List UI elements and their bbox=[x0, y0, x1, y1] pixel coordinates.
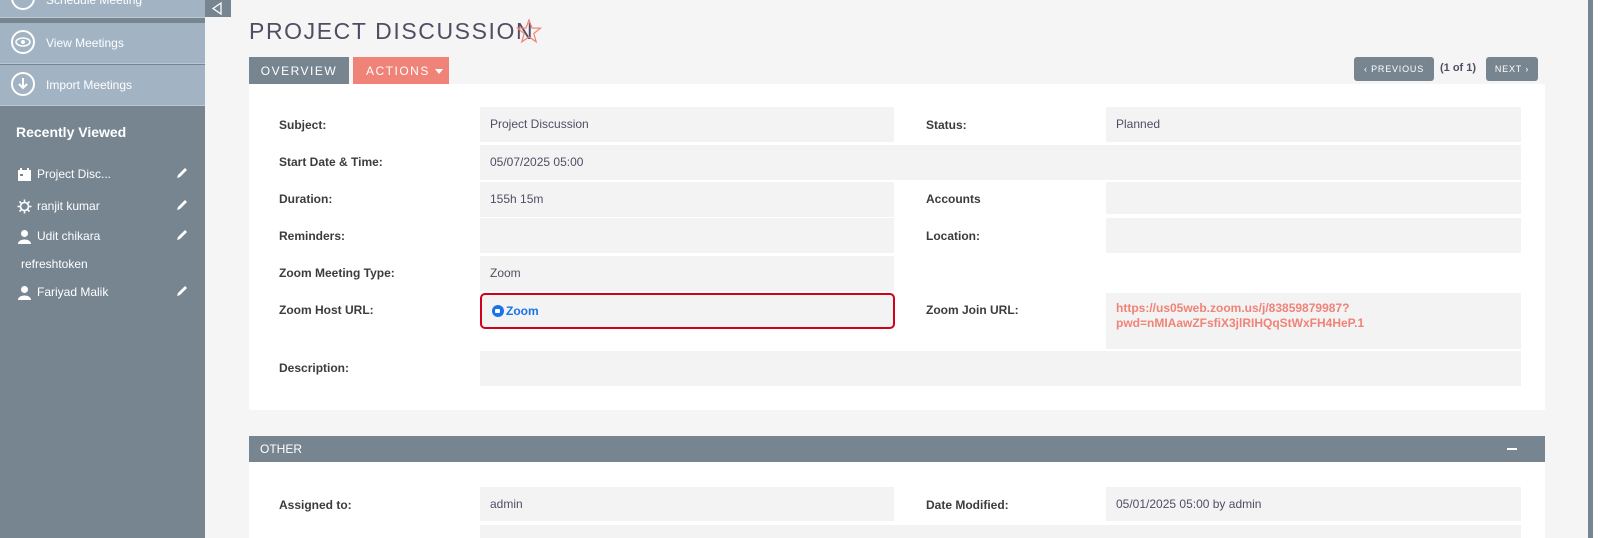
recent-item-ranjit[interactable]: ranjit kumar bbox=[0, 197, 205, 217]
subject-label: Subject: bbox=[279, 118, 327, 132]
schedule-meeting-button[interactable]: Schedule Meeting bbox=[0, 0, 205, 18]
pencil-icon[interactable] bbox=[175, 166, 189, 180]
actions-dropdown[interactable]: ACTIONS bbox=[353, 57, 449, 85]
location-value bbox=[1106, 218, 1521, 253]
pencil-icon[interactable] bbox=[175, 228, 189, 242]
pencil-icon[interactable] bbox=[175, 284, 189, 298]
reminders-label: Reminders: bbox=[279, 229, 346, 243]
next-label: NEXT bbox=[1494, 64, 1523, 74]
calendar-icon bbox=[18, 168, 31, 181]
action-label: Import Meetings bbox=[46, 78, 133, 92]
accounts-value bbox=[1106, 182, 1521, 214]
other-title: OTHER bbox=[260, 442, 302, 456]
assigned-to-label: Assigned to: bbox=[279, 498, 352, 512]
gear-icon bbox=[17, 199, 32, 214]
description-label: Description: bbox=[279, 361, 350, 375]
scrollbar-track bbox=[1588, 0, 1593, 538]
star-icon[interactable] bbox=[516, 18, 542, 44]
next-button[interactable]: NEXT › bbox=[1486, 57, 1538, 81]
status-value: Planned bbox=[1106, 107, 1521, 142]
triangle-left-icon bbox=[211, 1, 222, 16]
zoom-type-label: Zoom Meeting Type: bbox=[279, 266, 395, 280]
recent-item-refreshtoken[interactable]: refreshtoken bbox=[21, 257, 88, 271]
accounts-label: Accounts bbox=[926, 192, 981, 206]
tab-overview[interactable]: OVERVIEW bbox=[249, 57, 349, 85]
date-created-value bbox=[480, 525, 1521, 538]
sidebar-collapse-button[interactable] bbox=[205, 0, 231, 17]
page-info: (1 of 1) bbox=[1440, 62, 1477, 74]
location-label: Location: bbox=[926, 229, 980, 243]
date-modified-value: 05/01/2025 05:00 by admin bbox=[1106, 487, 1521, 521]
previous-label: PREVIOUS bbox=[1371, 64, 1425, 74]
subject-value: Project Discussion bbox=[480, 107, 894, 142]
zoom-join-label: Zoom Join URL: bbox=[926, 303, 1019, 317]
zoom-host-value: Zoom bbox=[480, 293, 895, 329]
page-title: PROJECT DISCUSSION bbox=[249, 18, 535, 44]
user-icon bbox=[18, 286, 31, 300]
zoom-type-value: Zoom bbox=[480, 256, 894, 291]
status-label: Status: bbox=[926, 118, 967, 132]
duration-value: 155h 15m bbox=[480, 182, 894, 217]
assigned-to-value: admin bbox=[480, 487, 894, 521]
date-modified-label: Date Modified: bbox=[926, 498, 1009, 512]
recent-item-udit[interactable]: Udit chikara bbox=[0, 227, 205, 247]
recent-item-label: ranjit kumar bbox=[37, 199, 100, 213]
action-label: View Meetings bbox=[46, 36, 124, 50]
zoom-host-link[interactable]: Zoom bbox=[506, 304, 539, 318]
reminders-value bbox=[480, 218, 894, 253]
recent-item-label: Project Disc... bbox=[37, 167, 112, 181]
recently-viewed-title: Recently Viewed bbox=[16, 124, 127, 140]
user-icon bbox=[18, 230, 31, 244]
chevron-right-icon: › bbox=[1522, 64, 1530, 74]
start-date-value: 05/07/2025 05:00 bbox=[480, 145, 1521, 180]
calendar-icon bbox=[11, 0, 35, 10]
start-date-label: Start Date & Time: bbox=[279, 155, 383, 169]
pencil-icon[interactable] bbox=[175, 198, 189, 212]
zoom-join-url-line2[interactable]: pwd=nMIAawZFsfiX3jlRIHQqStWxFH4HeP.1 bbox=[1116, 316, 1521, 331]
actions-label: ACTIONS bbox=[366, 64, 430, 78]
other-panel-header[interactable]: OTHER bbox=[249, 436, 1545, 463]
zoom-icon bbox=[492, 305, 504, 317]
recent-item-project[interactable]: Project Disc... bbox=[0, 165, 205, 185]
recent-item-label: Udit chikara bbox=[37, 229, 101, 243]
zoom-host-label: Zoom Host URL: bbox=[279, 303, 374, 317]
import-meetings-button[interactable]: Import Meetings bbox=[0, 65, 205, 106]
sidebar: Schedule Meeting View Meetings Import Me… bbox=[0, 0, 205, 538]
previous-button[interactable]: ‹ PREVIOUS bbox=[1354, 57, 1434, 81]
description-value bbox=[480, 351, 1521, 386]
minus-icon[interactable] bbox=[1507, 448, 1517, 450]
recent-item-label: Fariyad Malik bbox=[37, 285, 109, 299]
scrollbar[interactable] bbox=[1588, 0, 1600, 538]
recent-item-fariyad[interactable]: Fariyad Malik bbox=[0, 283, 205, 303]
eye-icon bbox=[11, 30, 35, 54]
zoom-join-url-line1[interactable]: https://us05web.zoom.us/j/83859879987? bbox=[1116, 301, 1521, 316]
download-icon bbox=[11, 72, 35, 96]
action-label: Schedule Meeting bbox=[46, 0, 143, 7]
duration-label: Duration: bbox=[279, 192, 333, 206]
zoom-join-value[interactable]: https://us05web.zoom.us/j/83859879987? p… bbox=[1106, 293, 1521, 349]
view-meetings-button[interactable]: View Meetings bbox=[0, 23, 205, 64]
caret-down-icon bbox=[435, 69, 443, 74]
